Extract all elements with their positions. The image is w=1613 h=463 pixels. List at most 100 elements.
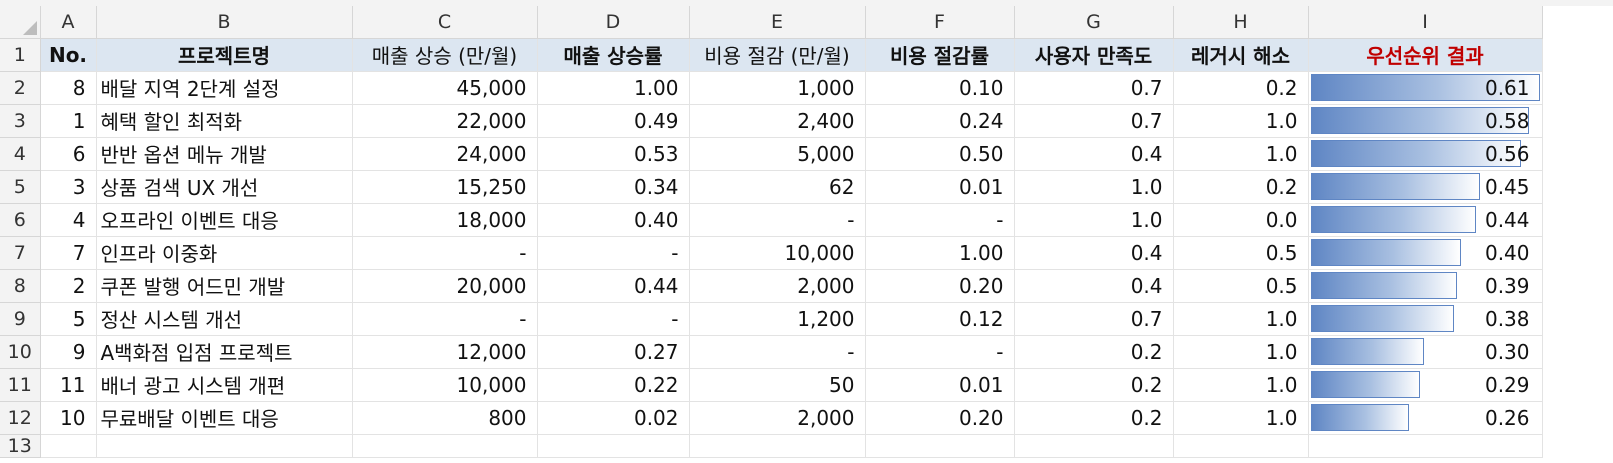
cell-legacy[interactable]: 1.0 <box>1173 335 1309 369</box>
cell-cost-rate[interactable]: 0.50 <box>865 137 1015 171</box>
cell-revenue-increase[interactable]: 22,000 <box>352 104 538 138</box>
cell-revenue-rate[interactable]: 0.53 <box>537 137 690 171</box>
cell-revenue-increase[interactable]: 45,000 <box>352 71 538 105</box>
cell-project-name[interactable]: 무료배달 이벤트 대응 <box>96 401 353 435</box>
header-cell-project-name[interactable]: 프로젝트명 <box>96 38 353 72</box>
cell-project-name[interactable]: 오프라인 이벤트 대응 <box>96 203 353 237</box>
cell-priority[interactable]: 0.26 <box>1308 401 1543 435</box>
header-cell-satisfaction[interactable]: 사용자 만족도 <box>1014 38 1174 72</box>
cell-priority[interactable]: 0.58 <box>1308 104 1543 138</box>
empty-cell[interactable] <box>537 434 690 458</box>
row-header[interactable]: 5 <box>0 170 41 204</box>
cell-project-name[interactable]: 정산 시스템 개선 <box>96 302 353 336</box>
cell-no[interactable]: 2 <box>40 269 97 303</box>
header-cell-revenue-increase[interactable]: 매출 상승 (만/월) <box>352 38 538 72</box>
row-header[interactable]: 13 <box>0 434 41 458</box>
cell-legacy[interactable]: 0.2 <box>1173 170 1309 204</box>
cell-priority[interactable]: 0.38 <box>1308 302 1543 336</box>
cell-legacy[interactable]: 0.2 <box>1173 71 1309 105</box>
cell-satisfaction[interactable]: 0.4 <box>1014 236 1174 270</box>
cell-legacy[interactable]: 0.5 <box>1173 269 1309 303</box>
cell-priority[interactable]: 0.29 <box>1308 368 1543 402</box>
column-header-a[interactable]: A <box>40 6 97 39</box>
cell-no[interactable]: 10 <box>40 401 97 435</box>
cell-revenue-rate[interactable]: 0.44 <box>537 269 690 303</box>
cell-priority[interactable]: 0.44 <box>1308 203 1543 237</box>
cell-revenue-increase[interactable]: 18,000 <box>352 203 538 237</box>
cell-revenue-rate[interactable]: 0.22 <box>537 368 690 402</box>
row-header[interactable]: 11 <box>0 368 41 402</box>
cell-priority[interactable]: 0.40 <box>1308 236 1543 270</box>
cell-revenue-rate[interactable]: - <box>537 236 690 270</box>
cell-revenue-rate[interactable]: 0.02 <box>537 401 690 435</box>
cell-revenue-increase[interactable]: 24,000 <box>352 137 538 171</box>
row-header[interactable]: 6 <box>0 203 41 237</box>
cell-priority[interactable]: 0.39 <box>1308 269 1543 303</box>
cell-satisfaction[interactable]: 1.0 <box>1014 170 1174 204</box>
cell-revenue-rate[interactable]: 0.40 <box>537 203 690 237</box>
cell-no[interactable]: 11 <box>40 368 97 402</box>
row-header[interactable]: 2 <box>0 71 41 105</box>
cell-cost-saving[interactable]: 50 <box>689 368 866 402</box>
cell-cost-rate[interactable]: 0.24 <box>865 104 1015 138</box>
column-header-f[interactable]: F <box>865 6 1015 39</box>
cell-revenue-increase[interactable]: 20,000 <box>352 269 538 303</box>
cell-no[interactable]: 9 <box>40 335 97 369</box>
column-header-d[interactable]: D <box>537 6 690 39</box>
column-header-b[interactable]: B <box>96 6 353 39</box>
cell-priority[interactable]: 0.30 <box>1308 335 1543 369</box>
cell-satisfaction[interactable]: 0.2 <box>1014 401 1174 435</box>
header-cell-revenue-rate[interactable]: 매출 상승률 <box>537 38 690 72</box>
cell-cost-saving[interactable]: 62 <box>689 170 866 204</box>
cell-project-name[interactable]: 상품 검색 UX 개선 <box>96 170 353 204</box>
cell-cost-saving[interactable]: 1,000 <box>689 71 866 105</box>
cell-cost-saving[interactable]: 2,400 <box>689 104 866 138</box>
cell-no[interactable]: 8 <box>40 71 97 105</box>
cell-revenue-increase[interactable]: 10,000 <box>352 368 538 402</box>
cell-cost-rate[interactable]: 0.20 <box>865 269 1015 303</box>
row-header[interactable]: 9 <box>0 302 41 336</box>
cell-cost-saving[interactable]: - <box>689 203 866 237</box>
cell-cost-rate[interactable]: - <box>865 335 1015 369</box>
column-header-g[interactable]: G <box>1014 6 1174 39</box>
cell-satisfaction[interactable]: 0.7 <box>1014 302 1174 336</box>
row-header[interactable]: 4 <box>0 137 41 171</box>
cell-cost-rate[interactable]: 0.10 <box>865 71 1015 105</box>
cell-priority[interactable]: 0.45 <box>1308 170 1543 204</box>
cell-project-name[interactable]: 배달 지역 2단계 설정 <box>96 71 353 105</box>
cell-revenue-rate[interactable]: 0.34 <box>537 170 690 204</box>
cell-no[interactable]: 4 <box>40 203 97 237</box>
column-header-c[interactable]: C <box>352 6 538 39</box>
cell-satisfaction[interactable]: 1.0 <box>1014 203 1174 237</box>
cell-project-name[interactable]: 반반 옵션 메뉴 개발 <box>96 137 353 171</box>
cell-legacy[interactable]: 0.0 <box>1173 203 1309 237</box>
cell-no[interactable]: 7 <box>40 236 97 270</box>
cell-project-name[interactable]: 혜택 할인 최적화 <box>96 104 353 138</box>
cell-legacy[interactable]: 1.0 <box>1173 302 1309 336</box>
cell-cost-saving[interactable]: - <box>689 335 866 369</box>
cell-legacy[interactable]: 1.0 <box>1173 401 1309 435</box>
select-all-corner[interactable] <box>0 6 41 39</box>
empty-cell[interactable] <box>40 434 97 458</box>
cell-cost-rate[interactable]: 0.12 <box>865 302 1015 336</box>
cell-cost-saving[interactable]: 10,000 <box>689 236 866 270</box>
cell-project-name[interactable]: 인프라 이중화 <box>96 236 353 270</box>
cell-no[interactable]: 6 <box>40 137 97 171</box>
header-cell-no[interactable]: No. <box>40 38 97 72</box>
cell-satisfaction[interactable]: 0.2 <box>1014 368 1174 402</box>
cell-cost-rate[interactable]: 0.01 <box>865 170 1015 204</box>
empty-cell[interactable] <box>1014 434 1174 458</box>
empty-cell[interactable] <box>352 434 538 458</box>
row-header[interactable]: 1 <box>0 38 41 72</box>
cell-revenue-increase[interactable]: 15,250 <box>352 170 538 204</box>
cell-project-name[interactable]: A백화점 입점 프로젝트 <box>96 335 353 369</box>
cell-project-name[interactable]: 배너 광고 시스템 개편 <box>96 368 353 402</box>
cell-legacy[interactable]: 1.0 <box>1173 104 1309 138</box>
header-cell-legacy[interactable]: 레거시 해소 <box>1173 38 1309 72</box>
row-header[interactable]: 3 <box>0 104 41 138</box>
header-cell-cost-rate[interactable]: 비용 절감률 <box>865 38 1015 72</box>
header-cell-cost-saving[interactable]: 비용 절감 (만/월) <box>689 38 866 72</box>
cell-revenue-increase[interactable]: - <box>352 302 538 336</box>
cell-project-name[interactable]: 쿠폰 발행 어드민 개발 <box>96 269 353 303</box>
cell-satisfaction[interactable]: 0.4 <box>1014 137 1174 171</box>
